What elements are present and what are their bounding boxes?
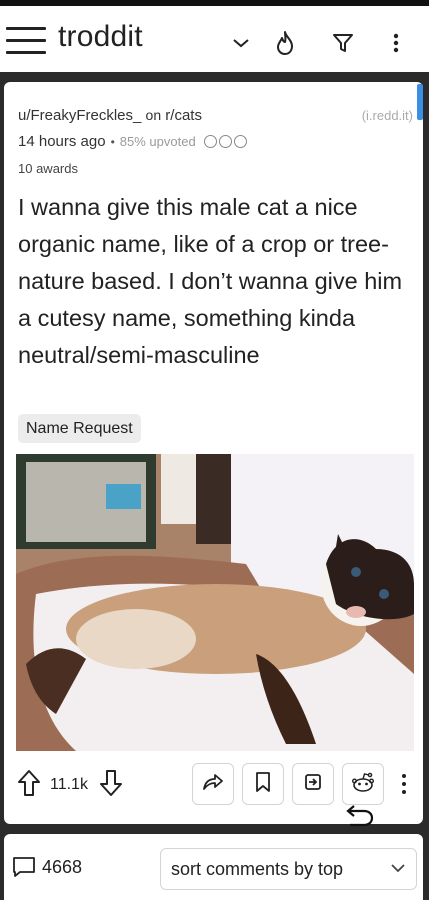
post-flair[interactable]: Name Request (18, 414, 141, 443)
save-button[interactable] (242, 763, 284, 805)
author-link[interactable]: u/FreakyFreckles_ (18, 107, 141, 124)
app-title: troddit (58, 20, 143, 53)
cat-photo (16, 454, 414, 751)
open-external-icon (303, 772, 323, 797)
more-options-icon[interactable] (394, 768, 414, 800)
upvote-ratio: 85% upvoted (119, 134, 196, 149)
upvote-icon[interactable] (16, 768, 42, 803)
award-icon (218, 135, 232, 148)
post-byline: u/FreakyFreckles_ on r/cats (18, 107, 202, 124)
comment-count-value: 4668 (42, 856, 83, 877)
award-icon (233, 135, 247, 148)
comments-header: 4668 sort comments by top (4, 834, 423, 900)
awards-count: 10 awards (18, 161, 78, 176)
post-image[interactable] (16, 454, 414, 751)
open-external-button[interactable] (292, 763, 334, 805)
comment-icon (13, 857, 35, 877)
undo-icon[interactable] (338, 802, 378, 832)
post-time: 14 hours ago (18, 133, 106, 150)
flame-icon[interactable] (270, 28, 300, 58)
on-label: on (145, 107, 162, 123)
save-icon (254, 771, 272, 798)
menu-icon[interactable] (6, 27, 46, 59)
separator-dot: • (110, 134, 115, 149)
sort-comments-select[interactable]: sort comments by top (160, 848, 417, 890)
downvote-icon[interactable] (98, 768, 124, 803)
comment-count[interactable]: 4668 (12, 856, 82, 878)
more-vertical-icon[interactable] (381, 28, 411, 58)
chevron-down-icon (391, 864, 405, 873)
top-app-bar: troddit (0, 6, 429, 72)
post-title[interactable]: I wanna give this male cat a nice organi… (18, 189, 413, 374)
sort-label: sort comments by top (171, 858, 344, 879)
award-icons (203, 135, 247, 148)
post-card[interactable]: u/FreakyFreckles_ on r/cats (i.redd.it) … (4, 82, 423, 824)
chevron-down-icon[interactable] (226, 28, 256, 58)
open-in-reddit-button[interactable] (342, 763, 384, 805)
subreddit-link[interactable]: r/cats (165, 107, 202, 124)
filter-icon[interactable] (328, 28, 358, 58)
scroll-indicator (417, 84, 423, 120)
award-icon (203, 135, 217, 148)
post-meta: 14 hours ago • 85% upvoted (18, 133, 247, 150)
share-button[interactable] (192, 763, 234, 805)
post-source[interactable]: (i.redd.it) (362, 108, 413, 123)
vote-controls: 11.1k (16, 764, 124, 806)
vote-score: 11.1k (50, 776, 88, 793)
share-icon (202, 773, 224, 796)
reddit-icon (351, 771, 375, 798)
